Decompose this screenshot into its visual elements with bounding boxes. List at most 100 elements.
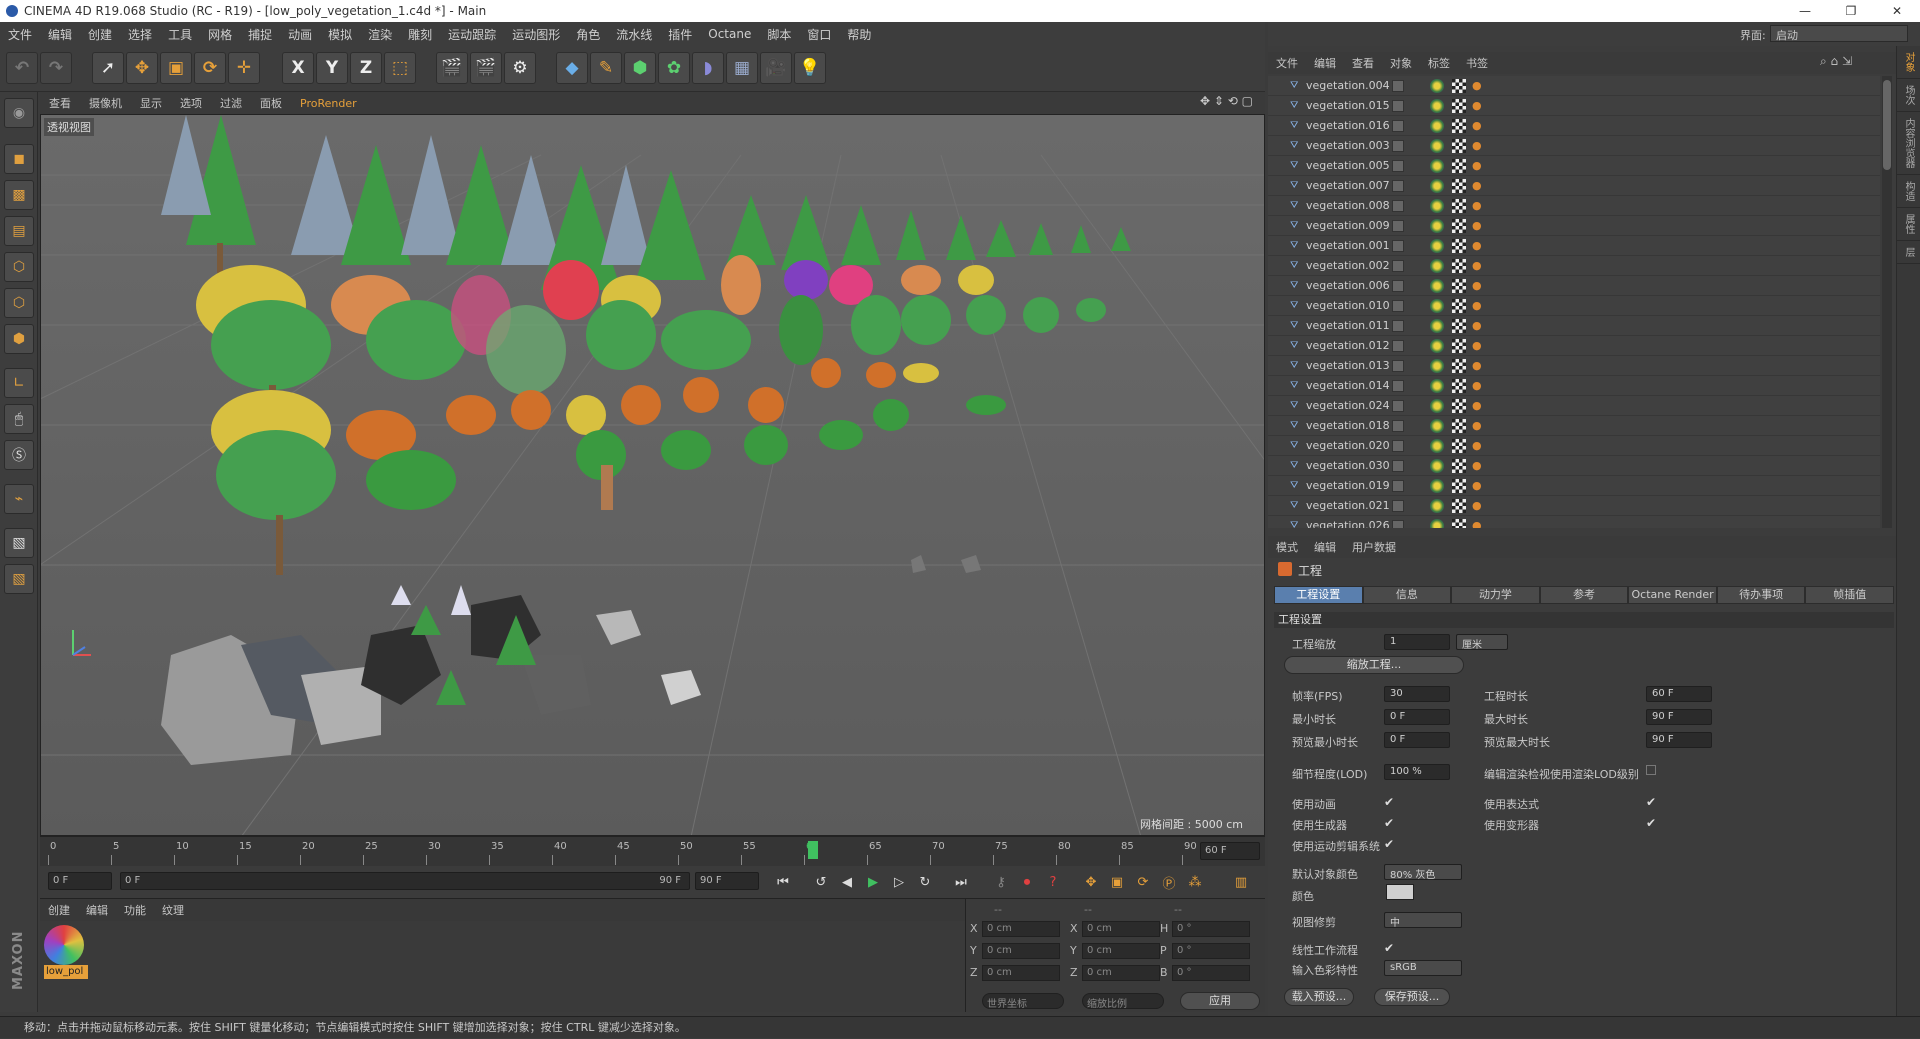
attribute-tab-0[interactable]: 工程设置: [1274, 586, 1363, 604]
object-row[interactable]: ⛛ vegetation.026 ●: [1268, 516, 1880, 528]
object-row[interactable]: ⛛ vegetation.007 ●: [1268, 176, 1880, 196]
cloner-icon[interactable]: ✿: [658, 52, 690, 84]
phong-tag-icon[interactable]: ●: [1472, 279, 1484, 292]
checker-tag-icon[interactable]: [1452, 418, 1466, 433]
phong-tag-icon[interactable]: ●: [1472, 119, 1484, 132]
phong-tag-icon[interactable]: ●: [1472, 479, 1484, 492]
phong-tag-icon[interactable]: ●: [1472, 359, 1484, 372]
linear-workflow-checkbox[interactable]: ✔: [1384, 942, 1396, 954]
floor-icon[interactable]: ▦: [726, 52, 758, 84]
checker-tag-icon[interactable]: [1452, 518, 1466, 528]
checker-tag-icon[interactable]: [1452, 138, 1466, 153]
z-axis-lock-button[interactable]: Z: [350, 52, 382, 84]
object-row[interactable]: ⛛ vegetation.021 ●: [1268, 496, 1880, 516]
layer-icon[interactable]: [1392, 499, 1404, 512]
key-lock-icon[interactable]: ⚷: [990, 871, 1012, 893]
viewport-menu-item-3[interactable]: 选项: [171, 95, 211, 111]
object-row[interactable]: ⛛ vegetation.004 ●: [1268, 76, 1880, 96]
scale-project-button[interactable]: 缩放工程...: [1284, 656, 1464, 674]
texture-tag-icon[interactable]: [1430, 118, 1444, 133]
layer-icon[interactable]: [1392, 439, 1404, 452]
object-row[interactable]: ⛛ vegetation.008 ●: [1268, 196, 1880, 216]
viewport-menu-item-1[interactable]: 摄像机: [80, 95, 131, 111]
menu-item-5[interactable]: 网格: [200, 26, 240, 43]
texture-tag-icon[interactable]: [1430, 398, 1444, 413]
phong-tag-icon[interactable]: ●: [1472, 239, 1484, 252]
edges-mode-icon[interactable]: ⬡: [4, 288, 34, 318]
object-row[interactable]: ⛛ vegetation.012 ●: [1268, 336, 1880, 356]
material-menu-item-1[interactable]: 编辑: [78, 902, 116, 918]
phong-tag-icon[interactable]: ●: [1472, 519, 1484, 528]
object-manager-icons[interactable]: ⌕ ⌂ ⇲: [1820, 54, 1852, 69]
phong-tag-icon[interactable]: ●: [1472, 319, 1484, 332]
next-frame-icon[interactable]: ▷: [888, 871, 910, 893]
coord-value-field[interactable]: 0 cm: [982, 943, 1060, 959]
phong-tag-icon[interactable]: ●: [1472, 379, 1484, 392]
texture-mode-icon[interactable]: ▩: [4, 180, 34, 210]
texture-tag-icon[interactable]: [1430, 218, 1444, 233]
object-row[interactable]: ⛛ vegetation.009 ●: [1268, 216, 1880, 236]
side-tab-5[interactable]: 层: [1897, 241, 1920, 264]
texture-tag-icon[interactable]: [1430, 198, 1444, 213]
coord-value-field[interactable]: 0 cm: [1082, 921, 1160, 937]
undo-icon[interactable]: ↶: [6, 52, 38, 84]
use-motion-checkbox[interactable]: ✔: [1384, 838, 1396, 850]
object-row[interactable]: ⛛ vegetation.013 ●: [1268, 356, 1880, 376]
checker-tag-icon[interactable]: [1452, 438, 1466, 453]
checker-tag-icon[interactable]: [1452, 98, 1466, 113]
object-row[interactable]: ⛛ vegetation.005 ●: [1268, 156, 1880, 176]
phong-tag-icon[interactable]: ●: [1472, 459, 1484, 472]
layer-icon[interactable]: [1392, 179, 1404, 192]
object-menu-item-1[interactable]: 编辑: [1306, 55, 1344, 71]
checker-tag-icon[interactable]: [1452, 118, 1466, 133]
material-swatch[interactable]: low_pol: [44, 925, 88, 983]
go-to-end-icon[interactable]: ⏭: [950, 871, 972, 893]
phong-tag-icon[interactable]: ●: [1472, 259, 1484, 272]
color-profile-select[interactable]: sRGB: [1384, 960, 1462, 976]
side-tab-1[interactable]: 场次: [1897, 79, 1920, 112]
menu-item-9[interactable]: 渲染: [360, 26, 400, 43]
object-menu-item-3[interactable]: 对象: [1382, 55, 1420, 71]
scale-tool-icon[interactable]: ▣: [160, 52, 192, 84]
checker-tag-icon[interactable]: [1452, 258, 1466, 273]
texture-tag-icon[interactable]: [1430, 98, 1444, 113]
record-icon[interactable]: ⏺: [1016, 871, 1038, 893]
object-row[interactable]: ⛛ vegetation.014 ●: [1268, 376, 1880, 396]
viewport-nav-icons[interactable]: ✥ ⇕ ⟲ ▢: [1200, 94, 1253, 108]
key-position-icon[interactable]: ✥: [1080, 871, 1102, 893]
object-row[interactable]: ⛛ vegetation.002 ●: [1268, 256, 1880, 276]
checker-tag-icon[interactable]: [1452, 458, 1466, 473]
fps-field[interactable]: 30: [1384, 686, 1450, 702]
layout-select[interactable]: 启动: [1770, 25, 1908, 42]
coord-apply-button[interactable]: 应用: [1180, 992, 1260, 1010]
key-scale-icon[interactable]: ▣: [1106, 871, 1128, 893]
checker-tag-icon[interactable]: [1452, 238, 1466, 253]
key-rotation-icon[interactable]: ⟳: [1132, 871, 1154, 893]
viewport-menu-item-5[interactable]: 面板: [251, 95, 291, 111]
viewport-menu-item-4[interactable]: 过滤: [211, 95, 251, 111]
menu-item-14[interactable]: 流水线: [608, 26, 660, 43]
coord-value-field[interactable]: 0 cm: [1082, 943, 1160, 959]
phong-tag-icon[interactable]: ●: [1472, 219, 1484, 232]
key-pla-icon[interactable]: ⁂: [1184, 871, 1206, 893]
checker-tag-icon[interactable]: [1452, 498, 1466, 513]
layer-icon[interactable]: [1392, 199, 1404, 212]
subdivision-icon[interactable]: ⬢: [624, 52, 656, 84]
layer-icon[interactable]: [1392, 339, 1404, 352]
redo-icon[interactable]: ↷: [40, 52, 72, 84]
coord-value-field[interactable]: 0 cm: [1082, 965, 1160, 981]
layer-icon[interactable]: [1392, 319, 1404, 332]
layer-icon[interactable]: [1392, 279, 1404, 292]
checker-tag-icon[interactable]: [1452, 158, 1466, 173]
phong-tag-icon[interactable]: ●: [1472, 299, 1484, 312]
menu-item-10[interactable]: 雕刻: [400, 26, 440, 43]
solo-mode-icon[interactable]: Ⓢ: [4, 440, 34, 470]
frame-range-slider[interactable]: 0 F 90 F: [120, 872, 690, 890]
coordinate-system-icon[interactable]: ⬚: [384, 52, 416, 84]
workplane-lock-icon[interactable]: ▧: [4, 528, 34, 558]
texture-tag-icon[interactable]: [1430, 258, 1444, 273]
menu-item-17[interactable]: 脚本: [759, 26, 799, 43]
load-preset-button[interactable]: 载入预设...: [1284, 988, 1354, 1006]
texture-tag-icon[interactable]: [1430, 458, 1444, 473]
menu-item-19[interactable]: 帮助: [839, 26, 879, 43]
